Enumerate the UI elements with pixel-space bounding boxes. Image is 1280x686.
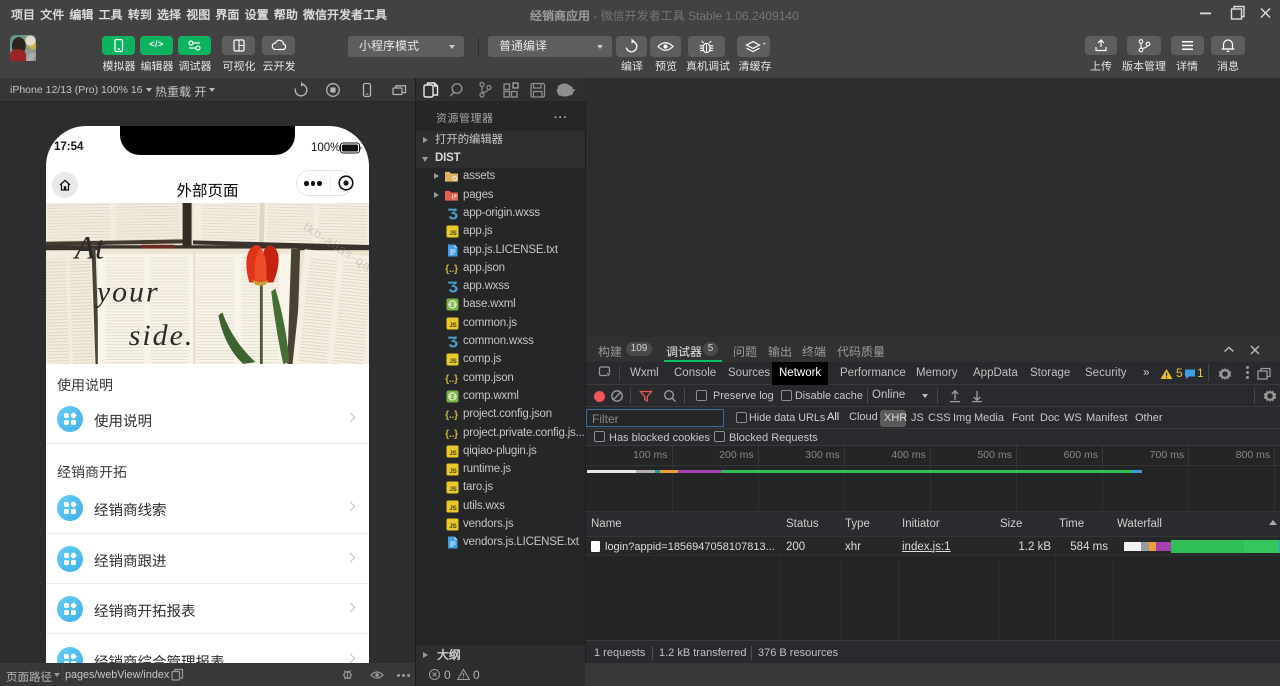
svg-text:JS: JS xyxy=(449,322,456,329)
svg-text:{..}: {..} xyxy=(445,428,458,439)
svg-text:{..}: {..} xyxy=(445,410,458,421)
svg-text:JS: JS xyxy=(449,468,456,475)
svg-text:At: At xyxy=(73,231,105,267)
svg-text:{..}: {..} xyxy=(445,264,458,275)
svg-text:JS: JS xyxy=(449,450,456,457)
svg-text:your: your xyxy=(94,275,160,308)
svg-text:side.: side. xyxy=(129,319,195,352)
svg-text:JS: JS xyxy=(449,523,456,530)
svg-text:{..}: {..} xyxy=(445,374,458,385)
svg-text:JS: JS xyxy=(449,358,456,365)
svg-text:JS: JS xyxy=(449,486,456,493)
svg-text:JS: JS xyxy=(449,230,456,237)
svg-text:JS: JS xyxy=(449,505,456,512)
